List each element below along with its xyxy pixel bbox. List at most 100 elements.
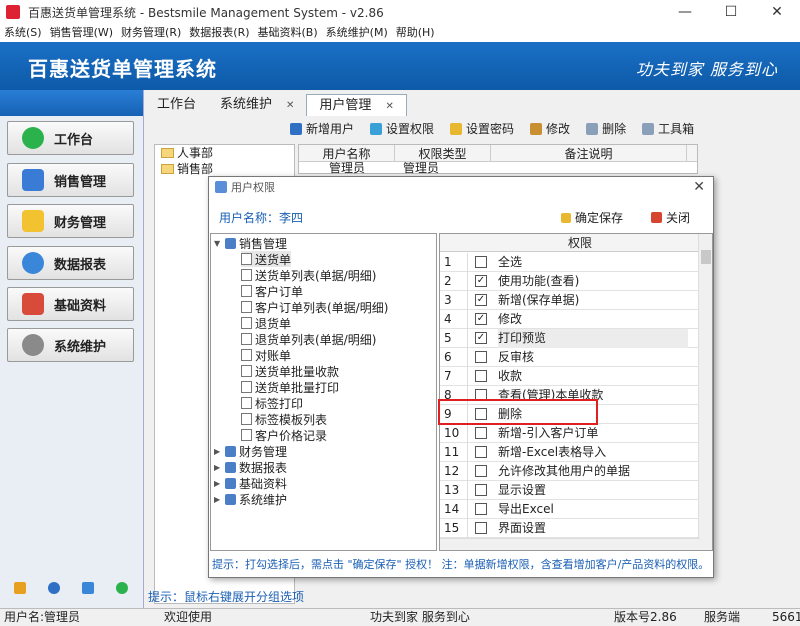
tree-node-finance[interactable]: ▶ 财务管理 (214, 443, 287, 459)
permission-row[interactable]: 3 ✓ 新增(保存单据) (440, 291, 700, 310)
permission-label: 导出Excel (498, 502, 554, 516)
set-permission-button[interactable]: 设置权限 (370, 120, 434, 137)
table-row[interactable]: 管理员 管理员 (299, 162, 697, 174)
menu-basic-data[interactable]: 基础资料(B) (254, 24, 322, 42)
tree-node-sales[interactable]: ▼ 销售管理 (214, 235, 287, 251)
clock-icon[interactable] (48, 582, 60, 594)
menu-finance[interactable]: 财务管理(R) (117, 24, 185, 42)
permission-checkbox[interactable] (475, 522, 487, 534)
confirm-save-button[interactable]: 确定保存 (561, 209, 623, 226)
document-icon (241, 381, 252, 393)
tab-maintenance[interactable]: 系统维护 ✕ (208, 94, 306, 116)
nav-sales-button[interactable]: 销售管理 (7, 163, 134, 197)
permission-checkbox[interactable] (475, 465, 487, 477)
permission-checkbox[interactable]: ✓ (475, 275, 487, 287)
expand-icon[interactable]: ▶ (214, 495, 223, 504)
permission-checkbox[interactable]: ✓ (475, 332, 487, 344)
main-hint: 提示：鼠标右键展开分组选项 (148, 590, 305, 604)
permission-row[interactable]: 10 新增-引入客户订单 (440, 424, 700, 443)
permission-row[interactable]: 15 界面设置 (440, 519, 700, 538)
tree-node-batch-print[interactable]: 送货单批量打印 (241, 379, 339, 395)
tree-node-delivery[interactable]: 送货单 (241, 251, 292, 267)
horizontal-scrollbar[interactable] (440, 538, 700, 550)
maximize-button[interactable]: ☐ (708, 0, 754, 24)
permission-checkbox[interactable]: ✓ (475, 294, 487, 306)
permission-checkbox[interactable]: ✓ (475, 313, 487, 325)
permission-row[interactable]: 1 全选 (440, 253, 700, 272)
edit-button[interactable]: 修改 (530, 120, 570, 137)
permission-row[interactable]: 12 允许修改其他用户的单据 (440, 462, 700, 481)
row-number: 2 (440, 272, 468, 291)
permission-row[interactable]: 11 新增-Excel表格导入 (440, 443, 700, 462)
expand-icon[interactable]: ▶ (214, 463, 223, 472)
permission-checkbox[interactable] (475, 503, 487, 515)
tree-node-label-print[interactable]: 标签打印 (241, 395, 303, 411)
tree-node-basic-data[interactable]: ▶ 基础资料 (214, 475, 287, 491)
dialog-close-button[interactable]: 关闭 (651, 209, 690, 226)
scroll-thumb[interactable] (701, 250, 711, 264)
tree-node-delivery-list[interactable]: 送货单列表(单据/明细) (241, 267, 376, 283)
refresh-icon[interactable] (116, 582, 128, 594)
tree-node-statement[interactable]: 对账单 (241, 347, 291, 363)
menu-help[interactable]: 帮助(H) (392, 24, 439, 42)
nav-workbench-button[interactable]: 工作台 (7, 121, 134, 155)
tree-node-reports[interactable]: ▶ 数据报表 (214, 459, 287, 475)
minimize-button[interactable]: — (662, 0, 708, 24)
dialog-close-icon[interactable]: ✕ (693, 179, 705, 195)
dept-hr[interactable]: 人事部 (155, 145, 294, 161)
permission-checkbox[interactable] (475, 446, 487, 458)
delete-button[interactable]: 删除 (586, 120, 626, 137)
permission-row[interactable]: 13 显示设置 (440, 481, 700, 500)
close-window-button[interactable]: ✕ (754, 0, 800, 24)
permission-checkbox[interactable] (475, 256, 487, 268)
status-slogan: 功夫到家 服务到心 (370, 610, 470, 624)
dept-sales[interactable]: 销售部 (155, 161, 294, 177)
permission-checkbox[interactable] (475, 484, 487, 496)
permission-row[interactable]: 14 导出Excel (440, 500, 700, 519)
add-user-button[interactable]: 新增用户 (290, 120, 354, 137)
status-user: 用户名:管理员 (4, 610, 81, 624)
tab-user-management[interactable]: 用户管理 ✕ (306, 94, 407, 116)
set-password-button[interactable]: 设置密码 (450, 120, 514, 137)
nav-maintenance-button[interactable]: 系统维护 (7, 328, 134, 362)
slogan: 功夫到家 服务到心 (635, 60, 778, 79)
tree-node-price-record[interactable]: 客户价格记录 (241, 427, 327, 443)
permission-row[interactable]: 2 ✓ 使用功能(查看) (440, 272, 700, 291)
expand-icon[interactable]: ▶ (214, 447, 223, 456)
menu-system[interactable]: 系统(S) (0, 24, 46, 42)
permission-row[interactable]: 4 ✓ 修改 (440, 310, 700, 329)
close-tab-icon[interactable]: ✕ (385, 101, 393, 112)
search-icon[interactable] (82, 582, 94, 594)
menu-reports[interactable]: 数据报表(R) (185, 24, 253, 42)
tree-node-maintenance[interactable]: ▶ 系统维护 (214, 491, 287, 507)
vertical-scrollbar[interactable] (698, 234, 712, 550)
user-grid: 用户名称 权限类型 备注说明 管理员 管理员 (298, 144, 698, 174)
document-icon (241, 253, 252, 265)
grid-header-note: 备注说明 (491, 145, 687, 161)
tree-node-batch-receipt[interactable]: 送货单批量收款 (241, 363, 339, 379)
toolbox-button[interactable]: 工具箱 (642, 120, 694, 137)
permission-checkbox[interactable] (475, 351, 487, 363)
close-tab-icon[interactable]: ✕ (286, 100, 294, 111)
tree-node-customer-order[interactable]: 客户订单 (241, 283, 303, 299)
permission-row[interactable]: 5 ✓ 打印预览 (440, 329, 700, 348)
tree-node-customer-order-list[interactable]: 客户订单列表(单据/明细) (241, 299, 388, 315)
calculator-icon[interactable] (14, 582, 26, 594)
permission-row[interactable]: 6 反审核 (440, 348, 700, 367)
nav-basic-data-button[interactable]: 基础资料 (7, 287, 134, 321)
permission-checkbox[interactable] (475, 427, 487, 439)
menu-sales[interactable]: 销售管理(W) (46, 24, 117, 42)
permission-label: 新增-引入客户订单 (498, 426, 599, 440)
menu-maintenance[interactable]: 系统维护(M) (322, 24, 392, 42)
collapse-icon[interactable]: ▼ (214, 239, 223, 248)
tree-node-return[interactable]: 退货单 (241, 315, 291, 331)
tree-node-return-list[interactable]: 退货单列表(单据/明细) (241, 331, 376, 347)
tree-node-label-template[interactable]: 标签模板列表 (241, 411, 327, 427)
permission-row[interactable]: 7 收款 (440, 367, 700, 386)
tab-workbench[interactable]: 工作台 (145, 94, 208, 116)
nav-finance-button[interactable]: 财务管理 (7, 204, 134, 238)
nav-reports-button[interactable]: 数据报表 (7, 246, 134, 280)
permission-label: 反审核 (498, 350, 535, 364)
permission-checkbox[interactable] (475, 370, 487, 382)
expand-icon[interactable]: ▶ (214, 479, 223, 488)
